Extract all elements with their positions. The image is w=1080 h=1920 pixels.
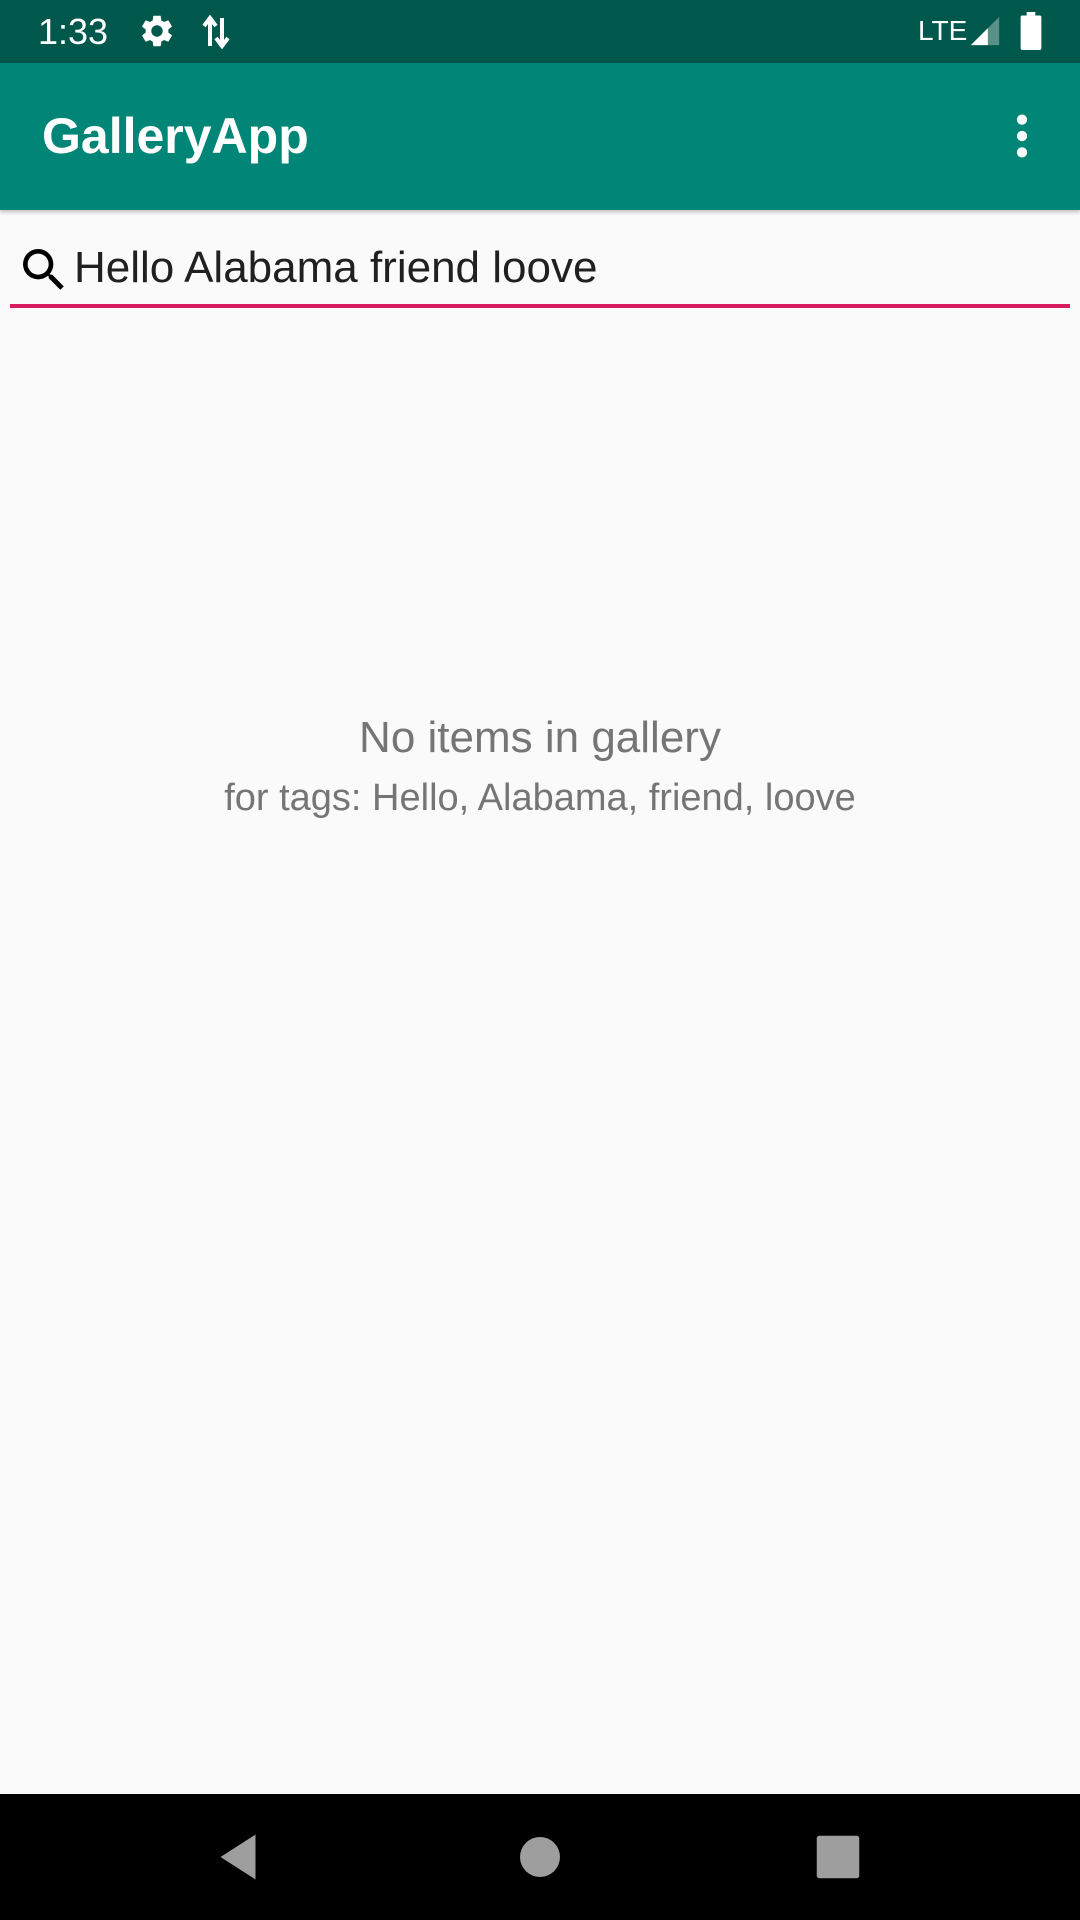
app-title: GalleryApp [42, 108, 309, 164]
signal-icon [970, 16, 1000, 46]
data-transfer-icon [202, 14, 230, 50]
empty-state: No items in gallery for tags: Hello, Ala… [0, 706, 1080, 826]
search-underline [10, 304, 1070, 308]
back-icon[interactable] [208, 1827, 268, 1887]
search-input[interactable] [74, 236, 1054, 300]
more-vert-icon[interactable] [994, 108, 1050, 164]
status-time: 1:33 [38, 11, 109, 52]
network-type-label: LTE [918, 15, 968, 46]
search-icon [23, 249, 64, 290]
empty-state-subtitle: for tags: Hello, Alabama, friend, loove [224, 777, 856, 819]
status-bar: 1:33 LTE [0, 0, 1080, 63]
battery-icon [1020, 12, 1042, 50]
app-bar: GalleryApp [0, 63, 1080, 210]
recents-icon[interactable] [808, 1827, 868, 1887]
navigation-bar [0, 1794, 1080, 1920]
settings-icon [142, 15, 172, 47]
empty-state-title: No items in gallery [359, 713, 721, 762]
home-icon[interactable] [510, 1827, 570, 1887]
search-bar [10, 230, 1070, 310]
